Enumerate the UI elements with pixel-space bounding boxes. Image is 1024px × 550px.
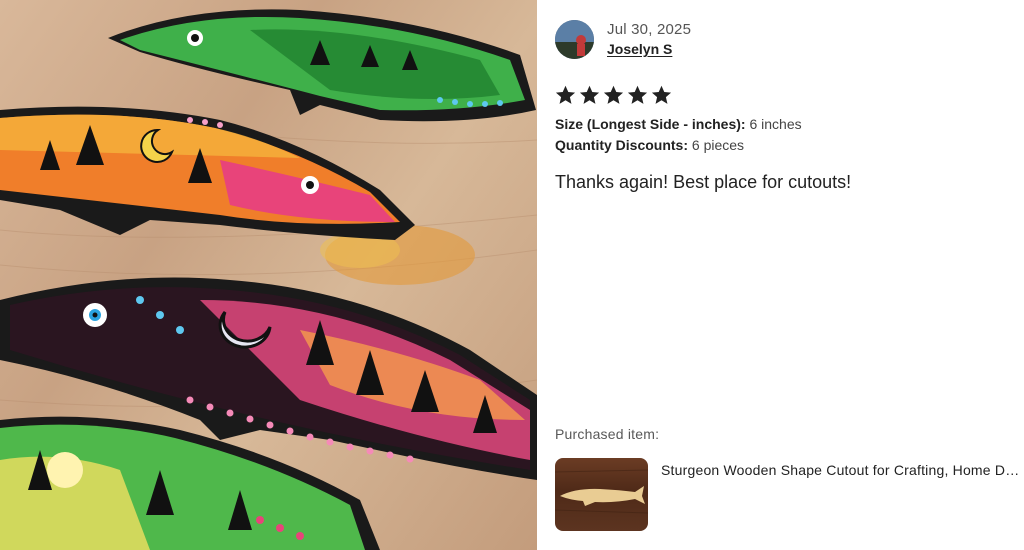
purchased-item-label: Purchased item: [555, 426, 660, 442]
purchased-item-thumbnail[interactable] [555, 458, 648, 531]
star-rating [554, 84, 673, 107]
attribute-quantity: Quantity Discounts: 6 pieces [555, 137, 744, 153]
review-text: Thanks again! Best place for cutouts! [555, 172, 852, 192]
star-icon [627, 85, 648, 104]
painted-fish-photo [0, 9, 537, 550]
star-icon [555, 85, 576, 104]
avatar[interactable] [555, 20, 594, 59]
star-icon [579, 85, 600, 104]
reviewer-name-link[interactable]: Joselyn S [607, 41, 672, 57]
fish-green-top [108, 9, 536, 122]
attribute-size: Size (Longest Side - inches): 6 inches [555, 116, 802, 132]
avatar-image [555, 20, 594, 59]
purchased-item-title-link[interactable]: Sturgeon Wooden Shape Cutout for Craftin… [661, 462, 1024, 478]
fish-orange-middle [0, 106, 415, 241]
review-photo [0, 0, 537, 550]
star-icon [651, 85, 672, 104]
review-date: Jul 30, 2025 [607, 21, 692, 38]
star-icon [603, 85, 624, 104]
attribute-label: Size (Longest Side - inches): [555, 116, 746, 132]
review-panel: Jul 30, 2025 Joselyn S Size (Longest Sid… [537, 0, 1024, 550]
attribute-value: 6 pieces [691, 137, 745, 153]
attribute-value: 6 inches [749, 116, 802, 132]
sturgeon-cutout-icon [555, 469, 648, 514]
attribute-label: Quantity Discounts: [555, 137, 689, 153]
